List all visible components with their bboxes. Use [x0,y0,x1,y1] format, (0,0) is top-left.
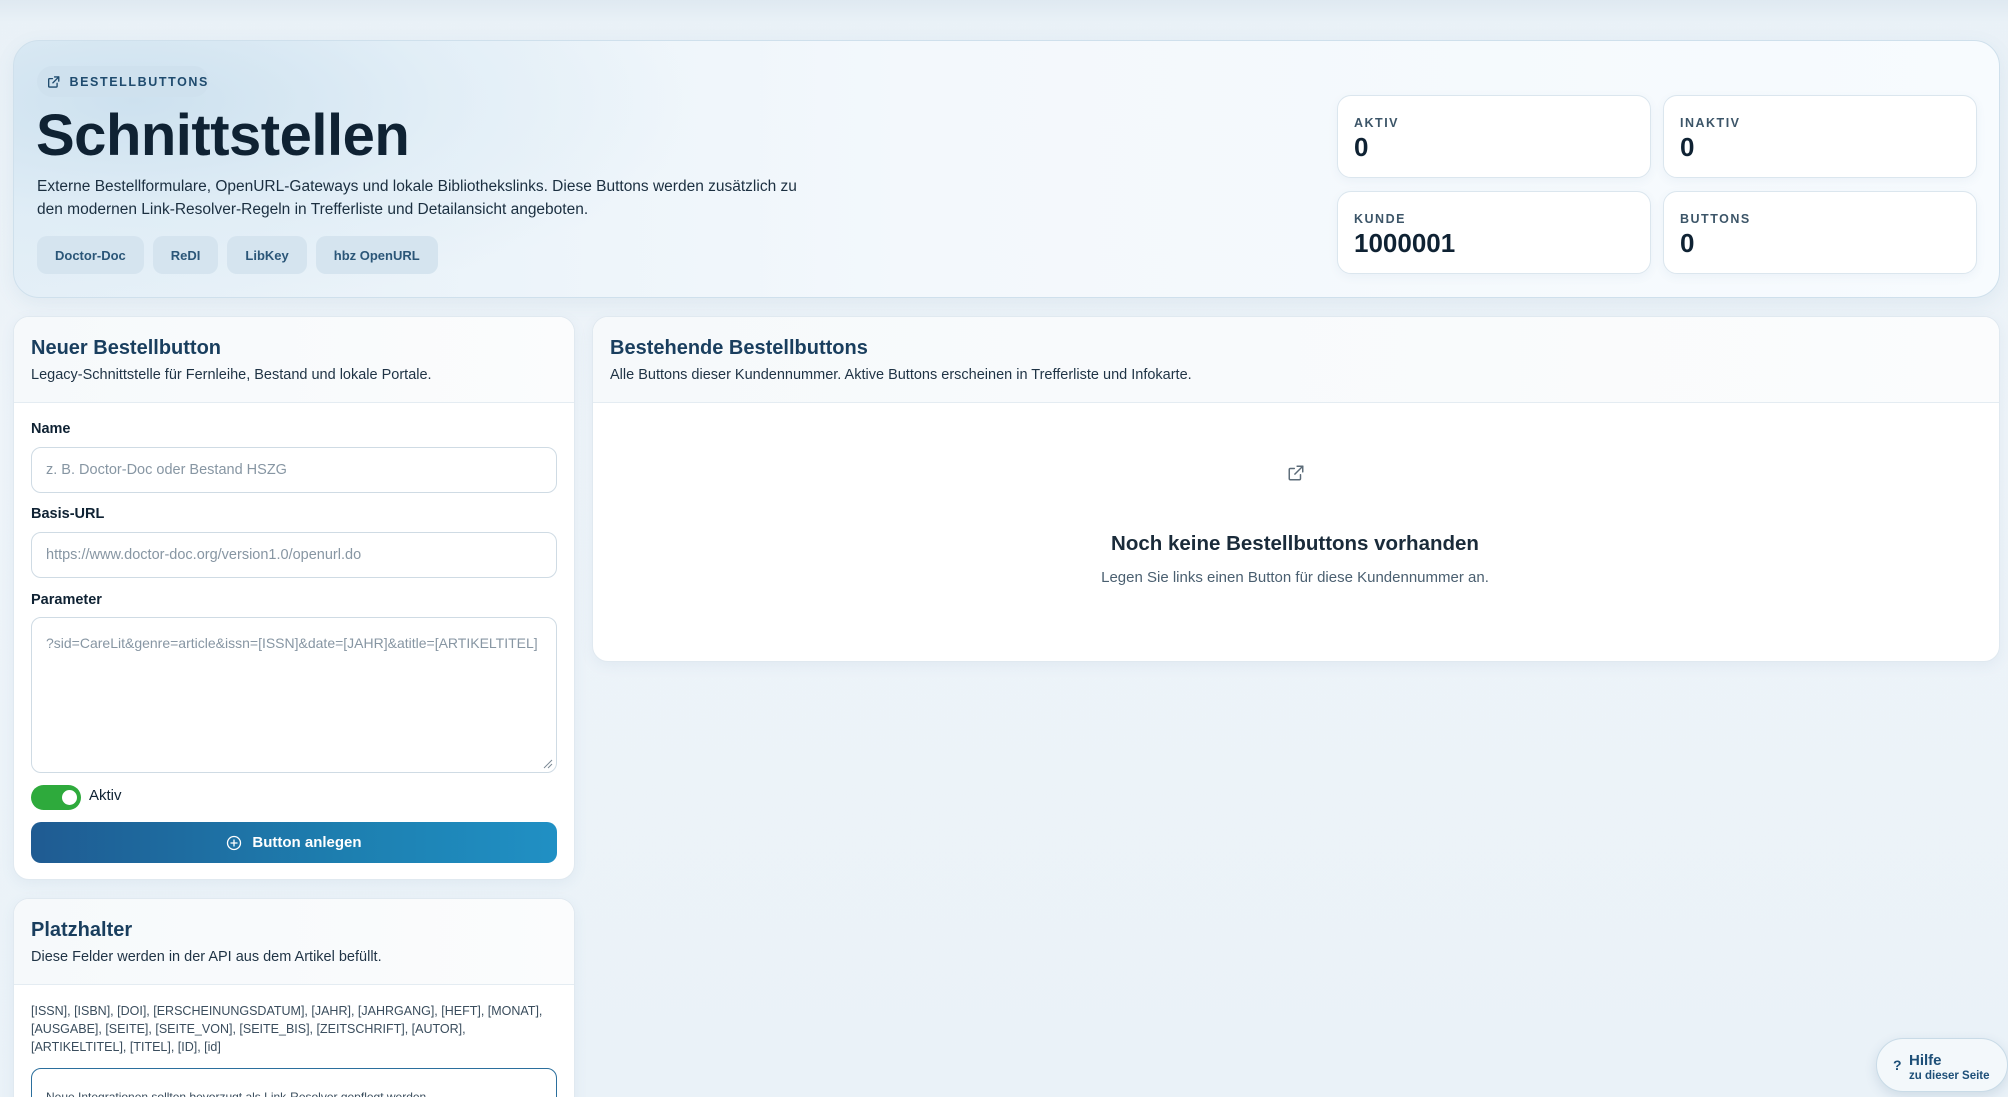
create-button-label: Button anlegen [252,834,362,851]
help-label: Hilfe [1909,1052,1942,1069]
card-header: Bestehende Bestellbuttons Alle Buttons d… [593,317,1999,403]
card-subtitle: Legacy-Schnittstelle für Fernleihe, Best… [31,367,432,383]
stat-card-inaktiv: INAKTIV 0 [1663,95,1977,178]
chip-libkey[interactable]: LibKey [227,236,307,274]
top-strip [0,0,2008,22]
stat-label: AKTIV [1354,116,1399,130]
external-link-icon [48,75,60,88]
external-link-icon [1288,465,1304,481]
card-title: Platzhalter [31,919,133,941]
page-title: Schnittstellen [36,103,410,168]
params-placeholder: ?sid=CareLit&genre=article&issn=[ISSN]&d… [46,635,538,651]
active-label: Aktiv [89,787,122,804]
existing-buttons-card: Bestehende Bestellbuttons Alle Buttons d… [592,316,2000,662]
stat-label: INAKTIV [1680,116,1741,130]
resize-grip-icon[interactable] [543,759,553,769]
stat-value: 0 [1680,228,1695,258]
stat-value: 1000001 [1354,228,1456,258]
card-header: Neuer Bestellbutton Legacy-Schnittstelle… [14,317,574,403]
card-header: Platzhalter Diese Felder werden in der A… [14,899,574,985]
name-label: Name [31,421,71,437]
stat-card-aktiv: AKTIV 0 [1337,95,1651,178]
eyebrow-badge: BESTELLBUTTONS [37,66,209,97]
placeholder-list: [ISSN], [ISBN], [DOI], [ERSCHEINUNGSDATU… [31,1004,543,1054]
provider-chips: Doctor-Doc ReDI LibKey hbz OpenURL [37,236,438,274]
integration-note: Neue Integrationen sollten bevorzugt als… [31,1068,557,1097]
chip-hbz-openurl[interactable]: hbz OpenURL [315,236,438,274]
chip-doctor-doc[interactable]: Doctor-Doc [37,236,144,274]
question-icon: ? [1893,1057,1902,1073]
empty-state-subtitle: Legen Sie links einen Button für diese K… [1101,569,1489,586]
stat-label: KUNDE [1354,212,1406,226]
stat-card-kunde: KUNDE 1000001 [1337,191,1651,274]
name-input[interactable]: z. B. Doctor-Doc oder Bestand HSZG [31,447,557,493]
params-label: Parameter [31,592,102,608]
url-label: Basis-URL [31,506,105,522]
help-sublabel: zu dieser Seite [1909,1070,1990,1082]
plus-circle-icon [227,835,242,850]
card-title: Neuer Bestellbutton [31,337,222,359]
eyebrow-label: BESTELLBUTTONS [69,74,209,89]
toggle-knob [62,790,77,805]
card-title: Bestehende Bestellbuttons [610,337,868,359]
base-url-input[interactable]: https://www.doctor-doc.org/version1.0/op… [31,532,557,578]
stat-value: 0 [1680,132,1695,162]
stat-card-buttons: BUTTONS 0 [1663,191,1977,274]
active-toggle[interactable] [31,785,81,810]
help-button[interactable]: ? Hilfe zu dieser Seite [1876,1038,2008,1092]
chip-redi[interactable]: ReDI [152,236,219,274]
empty-state-title: Noch keine Bestellbuttons vorhanden [1111,532,1479,555]
card-subtitle: Alle Buttons dieser Kundennummer. Aktive… [610,367,1192,383]
page-description: Externe Bestellformulare, OpenURL-Gatewa… [37,178,797,218]
card-subtitle: Diese Felder werden in der API aus dem A… [31,949,382,965]
stat-label: BUTTONS [1680,212,1751,226]
params-textarea[interactable]: ?sid=CareLit&genre=article&issn=[ISSN]&d… [31,617,557,773]
stat-value: 0 [1354,132,1369,162]
create-button[interactable]: Button anlegen [31,822,557,863]
